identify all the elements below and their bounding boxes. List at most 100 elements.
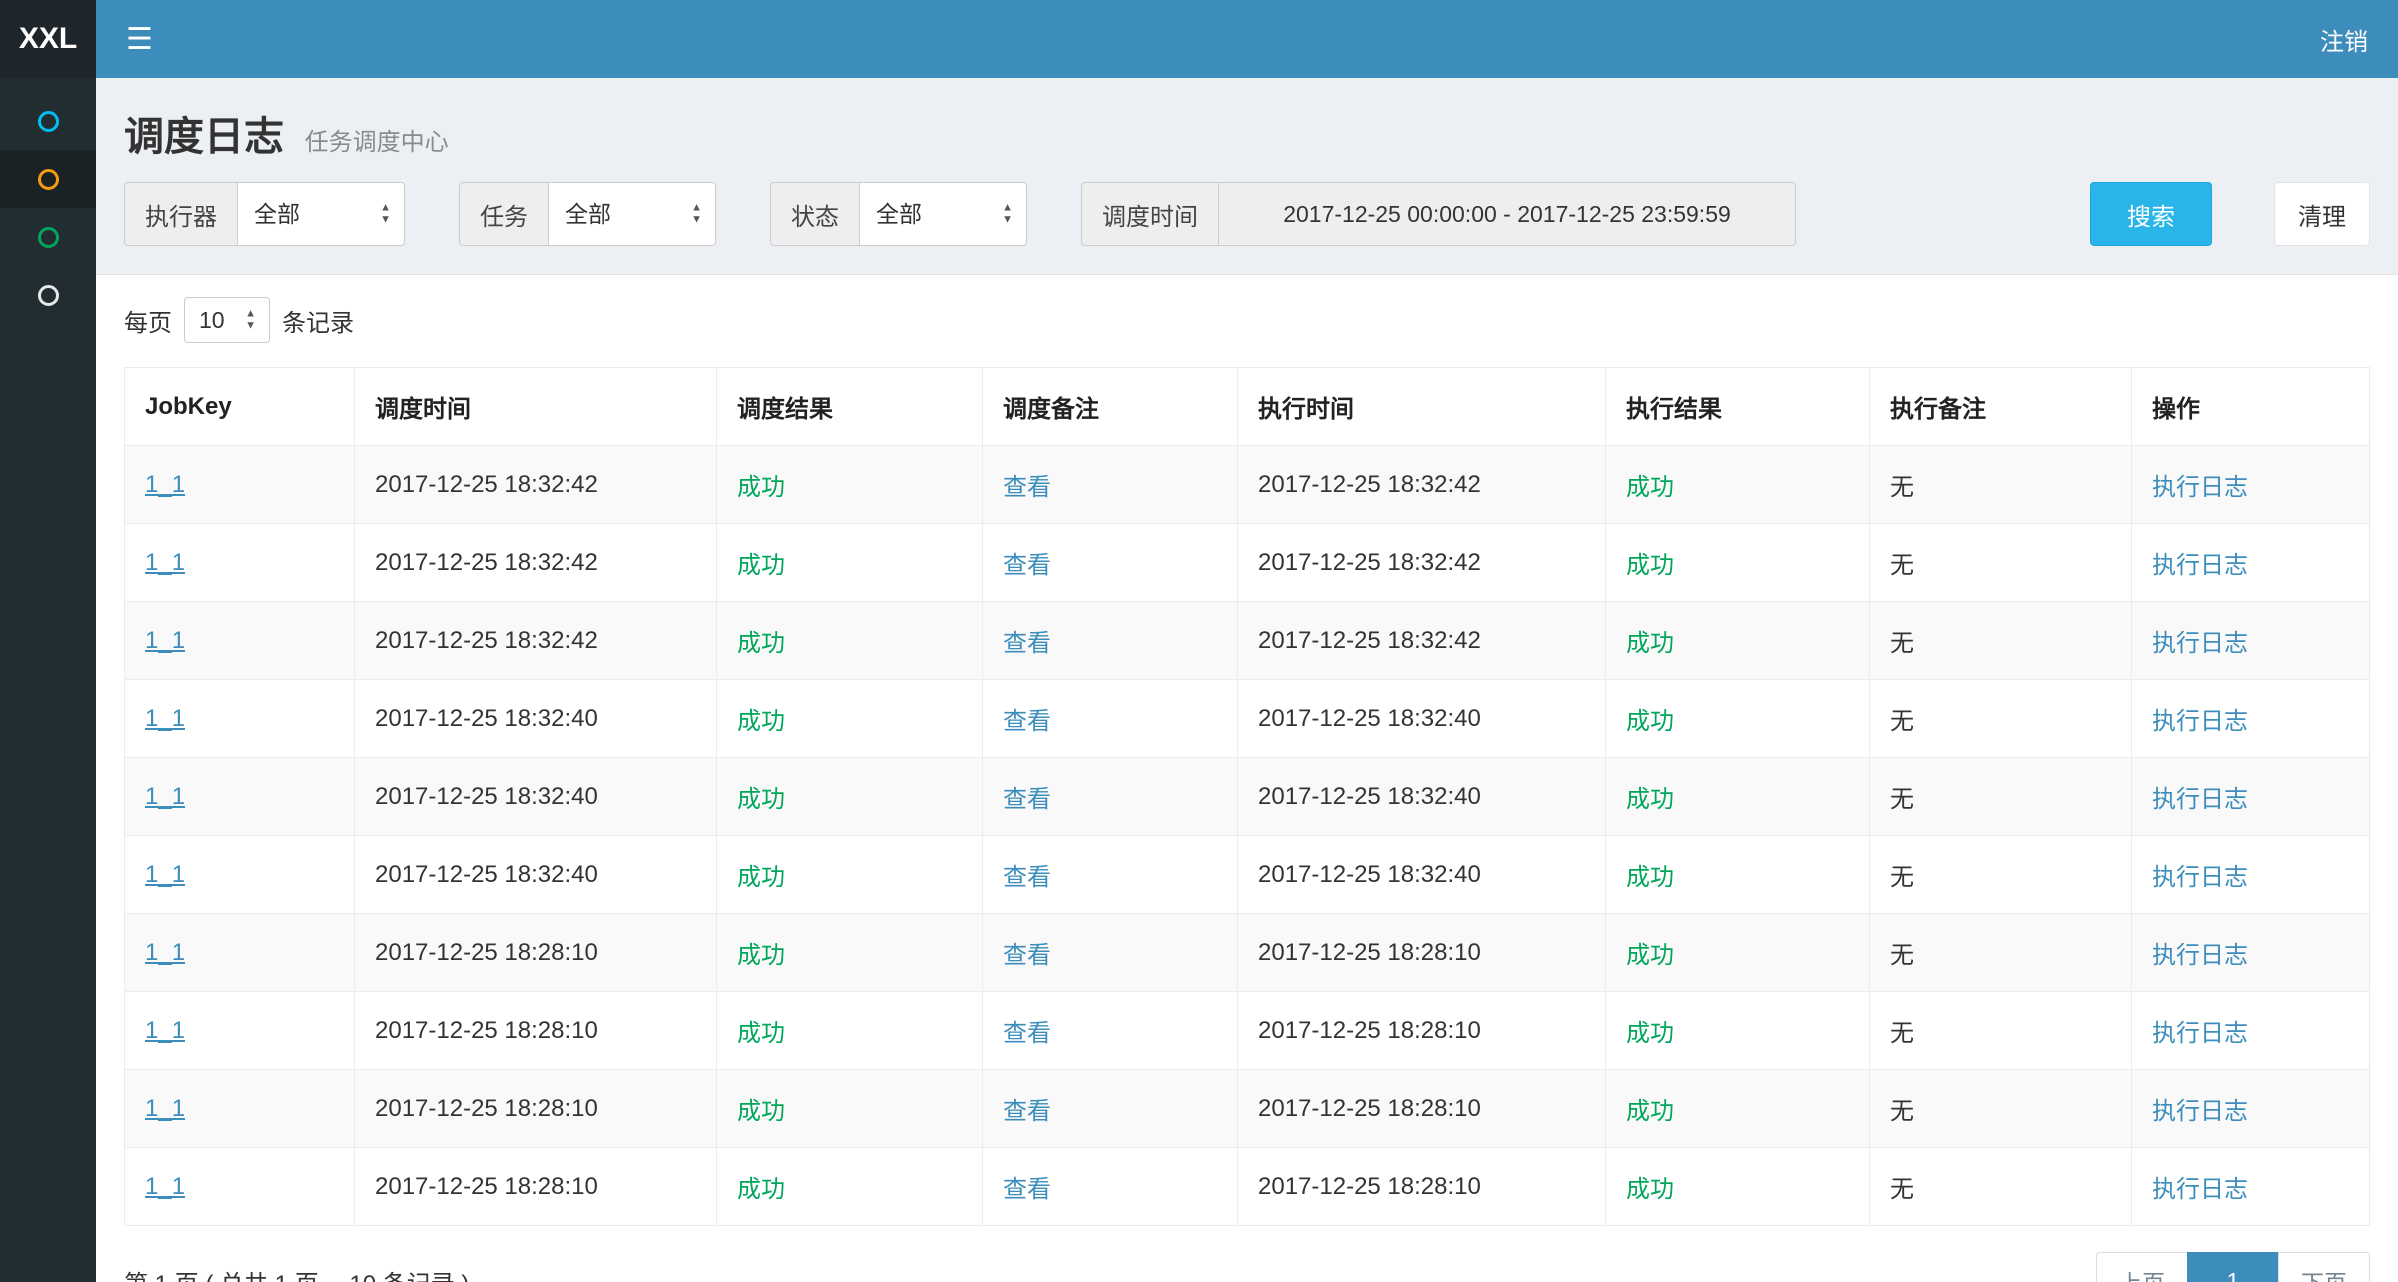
sidebar-item-job-log[interactable] — [0, 208, 96, 266]
sidebar-item-job-manage[interactable] — [0, 150, 96, 208]
trigger-result-cell: 成功 — [717, 836, 983, 914]
top-navbar: XXL ☰ 注销 — [0, 0, 2398, 78]
jobkey-link[interactable]: 1_1 — [145, 627, 185, 654]
view-trigger-msg-link[interactable]: 查看 — [1003, 708, 1051, 735]
page-subtitle: 任务调度中心 — [305, 129, 449, 156]
trigger-result-cell: 成功 — [717, 602, 983, 680]
view-trigger-msg-link[interactable]: 查看 — [1003, 1020, 1051, 1047]
exec-log-link[interactable]: 执行日志 — [2152, 1176, 2248, 1203]
logout-button[interactable]: 注销 — [2290, 0, 2398, 78]
exec-log-link[interactable]: 执行日志 — [2152, 474, 2248, 501]
table-row: 1_1 2017-12-25 18:28:10 成功 查看 2017-12-25… — [125, 992, 2370, 1070]
exec-log-link[interactable]: 执行日志 — [2152, 942, 2248, 969]
exec-log-link[interactable]: 执行日志 — [2152, 786, 2248, 813]
jobkey-link[interactable]: 1_1 — [145, 471, 185, 498]
page-size-select[interactable]: 10 — [184, 297, 270, 343]
handle-time-cell: 2017-12-25 18:32:42 — [1238, 602, 1606, 680]
exec-log-link[interactable]: 执行日志 — [2152, 630, 2248, 657]
jobkey-link[interactable]: 1_1 — [145, 705, 185, 732]
col-handle-msg: 执行备注 — [1870, 368, 2132, 446]
handle-msg-cell: 无 — [1870, 758, 2132, 836]
executor-filter-label: 执行器 — [124, 182, 237, 246]
trigger-time-cell: 2017-12-25 18:32:42 — [355, 602, 717, 680]
handle-result-cell: 成功 — [1606, 914, 1870, 992]
trigger-msg-cell: 查看 — [983, 1148, 1238, 1226]
exec-log-link[interactable]: 执行日志 — [2152, 1098, 2248, 1125]
view-trigger-msg-link[interactable]: 查看 — [1003, 474, 1051, 501]
handle-time-cell: 2017-12-25 18:32:42 — [1238, 524, 1606, 602]
jobkey-cell: 1_1 — [125, 836, 355, 914]
table-row: 1_1 2017-12-25 18:32:40 成功 查看 2017-12-25… — [125, 758, 2370, 836]
trigger-msg-cell: 查看 — [983, 914, 1238, 992]
circle-icon — [38, 169, 59, 190]
trigger-msg-cell: 查看 — [983, 602, 1238, 680]
jobkey-link[interactable]: 1_1 — [145, 861, 185, 888]
col-trigger-msg: 调度备注 — [983, 368, 1238, 446]
pagination: 上页 1 下页 — [2096, 1252, 2370, 1282]
time-filter-label: 调度时间 — [1081, 182, 1218, 246]
view-trigger-msg-link[interactable]: 查看 — [1003, 942, 1051, 969]
next-page-button[interactable]: 下页 — [2278, 1252, 2370, 1282]
trigger-result-cell: 成功 — [717, 914, 983, 992]
exec-log-link[interactable]: 执行日志 — [2152, 1020, 2248, 1047]
jobkey-link[interactable]: 1_1 — [145, 1095, 185, 1122]
exec-log-link[interactable]: 执行日志 — [2152, 552, 2248, 579]
trigger-time-cell: 2017-12-25 18:32:40 — [355, 680, 717, 758]
trigger-result-cell: 成功 — [717, 680, 983, 758]
filter-toolbar: 执行器 全部 任务 全部 状态 全部 — [124, 182, 2370, 246]
view-trigger-msg-link[interactable]: 查看 — [1003, 630, 1051, 657]
handle-result-cell: 成功 — [1606, 602, 1870, 680]
view-trigger-msg-link[interactable]: 查看 — [1003, 786, 1051, 813]
exec-log-link[interactable]: 执行日志 — [2152, 864, 2248, 891]
action-cell: 执行日志 — [2132, 1148, 2370, 1226]
trigger-time-cell: 2017-12-25 18:32:42 — [355, 446, 717, 524]
content-header: 调度日志 任务调度中心 — [124, 78, 2370, 182]
handle-msg-cell: 无 — [1870, 992, 2132, 1070]
view-trigger-msg-link[interactable]: 查看 — [1003, 1176, 1051, 1203]
circle-icon — [38, 111, 59, 132]
table-row: 1_1 2017-12-25 18:28:10 成功 查看 2017-12-25… — [125, 1148, 2370, 1226]
app-logo[interactable]: XXL — [0, 0, 96, 78]
view-trigger-msg-link[interactable]: 查看 — [1003, 1098, 1051, 1125]
executor-select[interactable]: 全部 — [237, 182, 405, 246]
jobkey-link[interactable]: 1_1 — [145, 1017, 185, 1044]
table-row: 1_1 2017-12-25 18:32:40 成功 查看 2017-12-25… — [125, 680, 2370, 758]
clear-button[interactable]: 清理 — [2274, 182, 2370, 246]
jobkey-link[interactable]: 1_1 — [145, 1173, 185, 1200]
view-trigger-msg-link[interactable]: 查看 — [1003, 864, 1051, 891]
handle-time-cell: 2017-12-25 18:32:40 — [1238, 758, 1606, 836]
page-1-button[interactable]: 1 — [2187, 1252, 2279, 1282]
handle-msg-cell: 无 — [1870, 602, 2132, 680]
circle-icon — [38, 227, 59, 248]
sidebar-toggle-button[interactable]: ☰ — [96, 0, 183, 78]
search-button[interactable]: 搜索 — [2090, 182, 2212, 246]
time-range-input[interactable] — [1218, 182, 1796, 246]
table-footer: 第 1 页 ( 总共 1 页， 10 条记录 ) 上页 1 下页 — [124, 1226, 2370, 1282]
trigger-msg-cell: 查看 — [983, 758, 1238, 836]
trigger-time-cell: 2017-12-25 18:28:10 — [355, 992, 717, 1070]
sidebar-item-executor-manage[interactable] — [0, 266, 96, 324]
status-select[interactable]: 全部 — [859, 182, 1027, 246]
jobkey-link[interactable]: 1_1 — [145, 549, 185, 576]
handle-time-cell: 2017-12-25 18:32:42 — [1238, 446, 1606, 524]
table-header-row: JobKey 调度时间 调度结果 调度备注 执行时间 执行结果 执行备注 操作 — [125, 368, 2370, 446]
handle-time-cell: 2017-12-25 18:28:10 — [1238, 1070, 1606, 1148]
trigger-time-cell: 2017-12-25 18:28:10 — [355, 1148, 717, 1226]
prev-page-button[interactable]: 上页 — [2096, 1252, 2188, 1282]
job-select[interactable]: 全部 — [548, 182, 716, 246]
col-handle-time: 执行时间 — [1238, 368, 1606, 446]
handle-time-cell: 2017-12-25 18:32:40 — [1238, 680, 1606, 758]
sidebar-item-dashboard[interactable] — [0, 92, 96, 150]
col-handle-result: 执行结果 — [1606, 368, 1870, 446]
exec-log-link[interactable]: 执行日志 — [2152, 708, 2248, 735]
action-cell: 执行日志 — [2132, 446, 2370, 524]
job-filter-label: 任务 — [459, 182, 548, 246]
circle-icon — [38, 285, 59, 306]
jobkey-link[interactable]: 1_1 — [145, 783, 185, 810]
jobkey-link[interactable]: 1_1 — [145, 939, 185, 966]
trigger-msg-cell: 查看 — [983, 836, 1238, 914]
executor-filter-group: 执行器 全部 — [124, 182, 405, 246]
view-trigger-msg-link[interactable]: 查看 — [1003, 552, 1051, 579]
trigger-result-cell: 成功 — [717, 524, 983, 602]
action-cell: 执行日志 — [2132, 680, 2370, 758]
